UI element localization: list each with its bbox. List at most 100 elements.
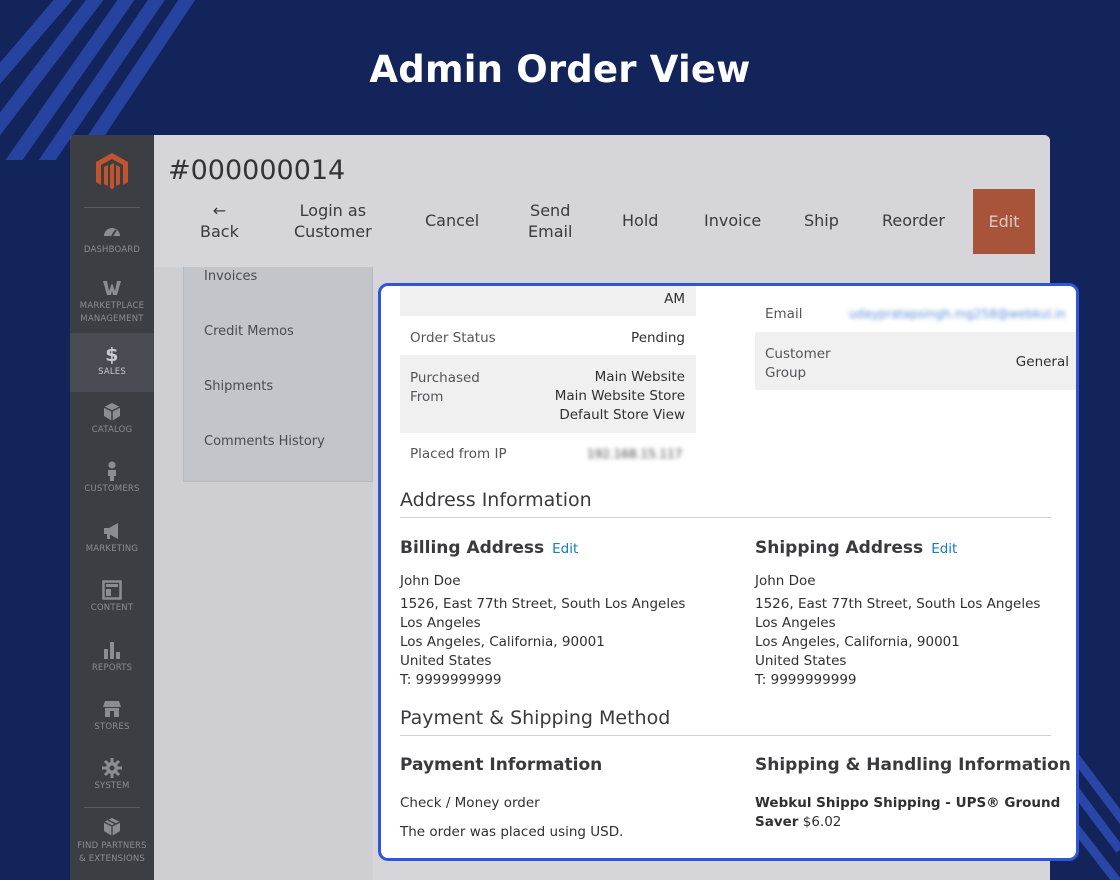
label-line: From [410, 389, 444, 405]
shipping-address-heading: Shipping Address [755, 538, 924, 558]
address-line: United States [755, 653, 847, 669]
payment-method: Check / Money order [400, 795, 540, 811]
shipping-method: Webkul Shippo Shipping - UPS® Ground Sav… [755, 794, 1060, 832]
sidebar-item-label: FIND PARTNERS & EXTENSIONS [77, 841, 147, 864]
login-as-customer-button[interactable]: Login as Customer [294, 200, 372, 242]
address-line: 1526, East 77th Street, South Los Angele… [400, 596, 686, 612]
page-header: #000000014 ← Back Login as Customer Canc… [154, 135, 1050, 267]
shipping-edit-link[interactable]: Edit [931, 541, 957, 557]
ship-button[interactable]: Ship [804, 210, 839, 231]
address-line: Los Angeles [400, 615, 481, 631]
label-line: Group [765, 365, 807, 381]
sidebar-item-label: STORES [94, 722, 130, 732]
value-line: Default Store View [559, 407, 685, 423]
sidebar-item-label: SYSTEM [94, 781, 130, 791]
svg-text:$: $ [105, 344, 118, 365]
purchased-from-label: Purchased From [410, 369, 480, 407]
shipping-method-line: Webkul Shippo Shipping - UPS® Ground [755, 795, 1061, 811]
sidebar-item-marketplace[interactable]: MARKETPLACE MANAGEMENT [70, 277, 154, 336]
invoice-button[interactable]: Invoice [704, 210, 761, 231]
email-link[interactable]: udaypratapsingh.mg258@webkul.in [849, 307, 1066, 321]
dollar-icon: $ [101, 343, 123, 366]
sidebar-item-label: MARKETING [85, 544, 139, 554]
tab-shipments[interactable]: Shipments [204, 379, 273, 394]
bar-chart-icon [101, 639, 123, 661]
payment-section-title: Payment & Shipping Method [400, 707, 671, 729]
sidebar-item-content[interactable]: CONTENT [70, 579, 154, 638]
placed-from-ip-value: 192.168.15.117 [587, 447, 683, 461]
address-phone: T: 9999999999 [400, 672, 502, 688]
back-button[interactable]: ← Back [200, 200, 239, 242]
sidebar-item-sales[interactable]: $ SALES [70, 333, 154, 392]
payment-note: The order was placed using USD. [400, 824, 624, 840]
dashboard-icon [101, 221, 123, 243]
address-name: John Doe [755, 573, 816, 589]
purchased-from-value: Main Website Main Website Store Default … [501, 368, 685, 425]
boxes-icon [101, 817, 123, 839]
address-line: 1526, East 77th Street, South Los Angele… [755, 596, 1041, 612]
gear-icon [101, 757, 123, 779]
sidebar-item-catalog[interactable]: CATALOG [70, 401, 154, 460]
order-tabs: Invoices Credit Memos Shipments Comments… [183, 267, 373, 482]
order-details-card: AM Order Status Pending Purchased From M… [378, 283, 1079, 861]
billing-edit-link[interactable]: Edit [552, 541, 578, 557]
hold-button[interactable]: Hold [622, 210, 658, 231]
edit-button[interactable]: Edit [973, 189, 1035, 254]
order-status-label: Order Status [410, 330, 496, 346]
sidebar-item-reports[interactable]: REPORTS [70, 639, 154, 698]
sidebar-item-dashboard[interactable]: DASHBOARD [70, 221, 154, 280]
customer-group-label: Customer Group [765, 345, 831, 383]
page-title: #000000014 [168, 155, 346, 186]
sidebar-item-label: CONTENT [90, 603, 134, 613]
cube-icon [101, 401, 123, 423]
shipping-price: $6.02 [802, 814, 842, 830]
payment-information-title: Payment Information [400, 755, 603, 775]
billing-address-title: Billing Address Edit [400, 538, 578, 558]
sidebar-item-marketing[interactable]: MARKETING [70, 520, 154, 579]
billing-address: John Doe 1526, East 77th Street, South L… [400, 572, 685, 690]
address-line: Los Angeles, California, 90001 [400, 634, 605, 650]
magento-logo-icon[interactable] [94, 151, 130, 191]
divider [400, 735, 1051, 736]
address-line: United States [400, 653, 492, 669]
sidebar-item-label: CATALOG [91, 425, 133, 435]
shipping-address: John Doe 1526, East 77th Street, South L… [755, 572, 1040, 690]
address-section-title: Address Information [400, 489, 592, 511]
tab-comments-history[interactable]: Comments History [204, 434, 325, 449]
sidebar-item-stores[interactable]: STORES [70, 698, 154, 757]
admin-sidebar: DASHBOARD MARKETPLACE MANAGEMENT $ SALES… [70, 135, 154, 880]
placed-from-ip-label: Placed from IP [410, 446, 507, 462]
shipping-handling-title: Shipping & Handling Information [755, 755, 1071, 775]
order-status-value: Pending [631, 330, 685, 346]
billing-address-heading: Billing Address [400, 538, 545, 558]
sidebar-item-label: SALES [98, 367, 126, 377]
tab-invoices[interactable]: Invoices [204, 269, 257, 284]
send-email-button[interactable]: Send Email [528, 200, 572, 242]
layout-icon [101, 579, 123, 601]
order-date-value: AM [664, 291, 685, 307]
reorder-button[interactable]: Reorder [882, 210, 945, 231]
sidebar-item-partners[interactable]: FIND PARTNERS & EXTENSIONS [70, 817, 154, 876]
sidebar-item-label: CUSTOMERS [84, 484, 140, 494]
button-label-line: Customer [294, 222, 372, 241]
cancel-button[interactable]: Cancel [425, 210, 479, 231]
store-icon [101, 698, 123, 720]
tab-credit-memos[interactable]: Credit Memos [204, 324, 294, 339]
label-line: Customer [765, 346, 831, 362]
shipping-address-title: Shipping Address Edit [755, 538, 957, 558]
sidebar-item-customers[interactable]: CUSTOMERS [70, 460, 154, 519]
email-label: Email [765, 306, 803, 322]
label-line: Purchased [410, 370, 480, 386]
value-line: Main Website [594, 369, 685, 385]
customer-group-value: General [1015, 354, 1069, 370]
megaphone-icon [101, 520, 123, 542]
value-line: Main Website Store [554, 388, 685, 404]
sidebar-item-label: REPORTS [91, 663, 133, 673]
button-label-line: Send [530, 201, 571, 220]
button-label-line: Email [528, 222, 573, 241]
sidebar-item-label: DASHBOARD [83, 245, 141, 255]
divider [84, 807, 140, 808]
sidebar-item-label: MARKETPLACE MANAGEMENT [79, 301, 145, 324]
address-line: Los Angeles [755, 615, 836, 631]
divider [400, 517, 1051, 518]
